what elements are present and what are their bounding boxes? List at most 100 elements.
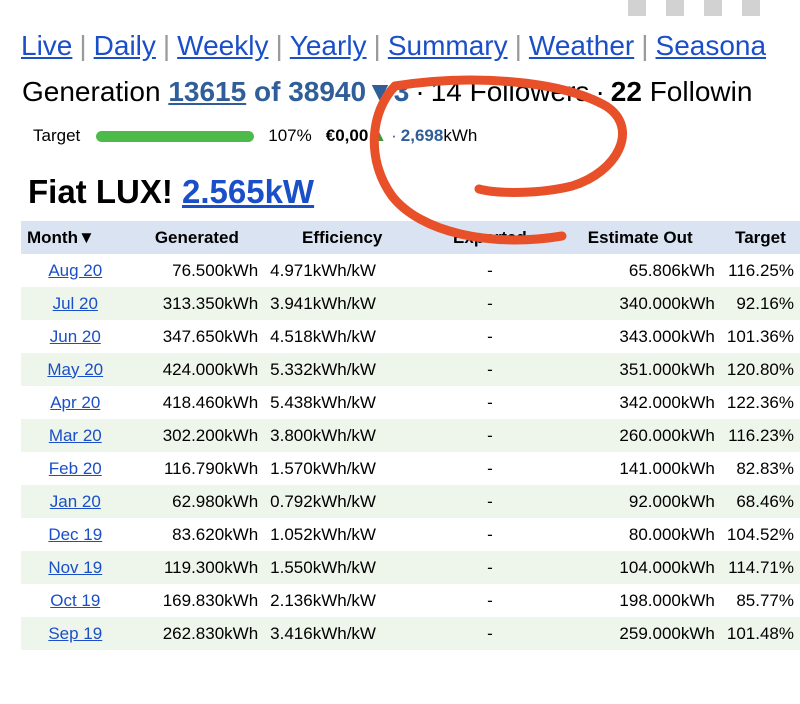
efficiency-cell: 4.971kWh/kW [270, 260, 376, 280]
exported-cell: - [487, 326, 493, 346]
month-link[interactable]: Mar 20 [49, 426, 102, 445]
nav-link-yearly[interactable]: Yearly [290, 30, 367, 61]
generated-cell: 302.200kWh [129, 419, 265, 452]
monthly-table: Month▼ Generated Efficiency Exported Est… [21, 221, 800, 650]
month-link[interactable]: Oct 19 [50, 591, 100, 610]
exported-cell: - [487, 524, 493, 544]
generated-cell: 76.500kWh [172, 260, 259, 280]
month-link[interactable]: Sep 19 [48, 624, 102, 643]
month-link[interactable]: Feb 20 [49, 459, 102, 478]
column-header-exported[interactable]: Exported [420, 221, 560, 254]
generation-rank-link[interactable]: 13615 [168, 76, 246, 107]
month-link[interactable]: Aug 20 [48, 261, 102, 280]
nav-link-daily[interactable]: Daily [94, 30, 156, 61]
main-nav: Live | Daily | Weekly | Yearly | Summary | Weather… [21, 30, 766, 62]
target-cell: 120.80% [720, 353, 800, 386]
efficiency-cell: 4.518kWh/kW [270, 326, 376, 346]
target-cell: 85.77% [736, 590, 794, 610]
dot-separator: · [415, 76, 425, 107]
total-energy-value: 2,698 [400, 126, 444, 145]
month-cell: Mar 20 [21, 419, 130, 452]
month-link[interactable]: Nov 19 [48, 558, 102, 577]
month-link[interactable]: May 20 [47, 360, 103, 379]
table-row: Mar 20 302.200kWh 3.800kWh/kW -260.000kWh 11… [21, 419, 800, 452]
target-cell: 92.16% [720, 287, 800, 320]
exported-cell: - [420, 617, 560, 650]
target-cell: 122.36% [726, 392, 794, 412]
month-cell: Apr 20 [21, 386, 130, 419]
month-cell: Aug 20 [21, 254, 130, 287]
month-cell: Dec 19 [21, 518, 130, 551]
month-cell: Sep 19 [21, 617, 130, 650]
estimate-out-cell: 260.000kWh [559, 419, 721, 452]
column-header-efficiency[interactable]: Efficiency [264, 221, 421, 254]
month-link[interactable]: Jul 20 [53, 294, 98, 313]
target-cell: 101.48% [720, 617, 800, 650]
month-link[interactable]: Dec 19 [48, 525, 102, 544]
efficiency-cell: 3.800kWh/kW [264, 419, 421, 452]
followers-count[interactable]: 14 [431, 76, 462, 107]
target-cell: 68.46% [720, 485, 800, 518]
target-cell: 82.83% [736, 458, 794, 478]
efficiency-cell: 2.136kWh/kW [270, 590, 376, 610]
estimate-out-cell: 65.806kWh [628, 260, 715, 280]
month-cell: Feb 20 [21, 452, 130, 485]
following-count[interactable]: 22 [611, 76, 642, 107]
month-cell: Jul 20 [21, 287, 130, 320]
efficiency-cell: 1.052kWh/kW [270, 524, 376, 544]
efficiency-cell: 0.792kWh/kW [264, 485, 421, 518]
dot-separator: · [391, 126, 397, 145]
generated-cell: 424.000kWh [129, 353, 265, 386]
month-link[interactable]: Jan 20 [50, 492, 101, 511]
exported-cell: - [487, 458, 493, 478]
table-row: Feb 20 116.790kWh 1.570kWh/kW - 141.000kWh 82… [21, 452, 800, 485]
month-link[interactable]: Jun 20 [50, 327, 101, 346]
total-energy-unit: kWh [443, 126, 478, 145]
month-link[interactable]: Apr 20 [50, 393, 100, 412]
month-cell: May 20 [21, 353, 130, 386]
up-arrow-icon: ▲ [370, 126, 388, 145]
savings-value: €0,00 [325, 126, 369, 145]
generated-cell: 418.460kWh [162, 392, 259, 412]
generated-cell: 116.790kWh [163, 458, 259, 478]
column-header-month[interactable]: Month▼ [21, 221, 130, 254]
target-percent: 107% [268, 126, 312, 145]
followers-label[interactable]: Followers [470, 76, 590, 107]
following-label[interactable]: Followin [650, 76, 753, 107]
toolbar-dot [704, 0, 722, 16]
efficiency-cell: 5.438kWh/kW [270, 392, 376, 412]
exported-cell: - [487, 392, 493, 412]
nav-separator: | [162, 30, 171, 61]
target-cell: 101.36% [726, 326, 794, 346]
exported-cell: - [420, 287, 560, 320]
estimate-out-cell: 92.000kWh [559, 485, 721, 518]
exported-cell: - [420, 551, 560, 584]
column-header-generated[interactable]: Generated [129, 221, 265, 254]
nav-link-seasonal[interactable]: Seasona [656, 30, 767, 61]
table-row: Jan 20 62.980kWh 0.792kWh/kW -92.000kWh 68.4… [21, 485, 800, 518]
nav-link-summary[interactable]: Summary [388, 30, 508, 61]
system-heading: Fiat LUX! 2.565kW [28, 173, 314, 211]
table-row: Jul 20 313.350kWh 3.941kWh/kW -340.000kWh 92… [21, 287, 800, 320]
nav-link-weather[interactable]: Weather [529, 30, 634, 61]
generation-total: of 38940 [253, 76, 367, 107]
nav-link-weekly[interactable]: Weekly [177, 30, 268, 61]
nav-separator: | [641, 30, 649, 61]
generated-cell: 347.650kWh [162, 326, 259, 346]
target-progress-fill [96, 130, 255, 142]
system-size-link[interactable]: 2.565kW [182, 173, 314, 210]
estimate-out-cell: 141.000kWh [619, 458, 715, 478]
target-row: Target 107% €0,00 ▲ · 2,698 kWh [33, 126, 477, 146]
exported-cell: - [420, 419, 560, 452]
generated-cell: 119.300kWh [129, 551, 265, 584]
column-header-target[interactable]: Target [720, 221, 800, 254]
efficiency-cell: 1.550kWh/kW [264, 551, 421, 584]
exported-cell: - [420, 353, 560, 386]
table-row: Dec 19 83.620kWh 1.052kWh/kW - 80.000kWh 104.… [21, 518, 800, 551]
column-header-estimate-out[interactable]: Estimate Out [559, 221, 721, 254]
nav-link-live[interactable]: Live [21, 30, 72, 61]
nav-separator: | [373, 30, 381, 61]
target-progress-bar [96, 130, 255, 142]
system-name: Fiat LUX! [28, 173, 173, 210]
generated-cell: 62.980kWh [129, 485, 265, 518]
